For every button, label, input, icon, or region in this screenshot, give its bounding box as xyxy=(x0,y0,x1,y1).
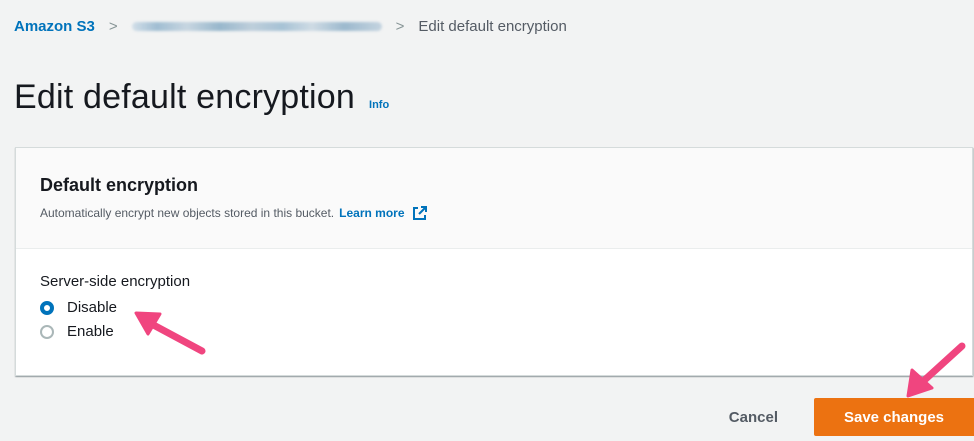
default-encryption-panel: Default encryption Automatically encrypt… xyxy=(15,147,973,376)
radio-label-disable: Disable xyxy=(67,299,118,316)
radio-button-disable[interactable] xyxy=(40,300,54,315)
panel-body: Server-side encryption Disable Enable xyxy=(16,249,972,340)
breadcrumb-amazon-s3[interactable]: Amazon S3 xyxy=(14,18,95,35)
radio-label-enable: Enable xyxy=(67,323,114,340)
breadcrumb-bucket-redacted[interactable] xyxy=(131,22,382,31)
external-link-icon[interactable] xyxy=(412,205,428,221)
server-side-encryption-label: Server-side encryption xyxy=(40,273,191,290)
panel-title: Default encryption xyxy=(40,175,199,195)
radio-button-enable[interactable] xyxy=(40,324,54,339)
title-row: Edit default encryption Info xyxy=(14,78,389,117)
radio-option-enable[interactable]: Enable xyxy=(40,323,972,340)
learn-more-link[interactable]: Learn more xyxy=(339,206,404,220)
cancel-button[interactable]: Cancel xyxy=(729,409,778,426)
breadcrumb-separator: > xyxy=(108,18,118,35)
breadcrumb: Amazon S3 > > Edit default encryption xyxy=(14,18,567,35)
panel-header: Default encryption Automatically encrypt… xyxy=(16,148,972,249)
info-link[interactable]: Info xyxy=(369,99,389,111)
save-changes-button[interactable]: Save changes xyxy=(814,398,974,436)
form-actions: Cancel Save changes xyxy=(729,398,974,436)
panel-description-text: Automatically encrypt new objects stored… xyxy=(40,206,335,220)
page-title: Edit default encryption xyxy=(14,78,356,116)
breadcrumb-current-page: Edit default encryption xyxy=(418,18,567,35)
panel-description: Automatically encrypt new objects stored… xyxy=(40,205,972,221)
radio-option-disable[interactable]: Disable xyxy=(40,299,972,316)
breadcrumb-separator: > xyxy=(395,18,405,35)
